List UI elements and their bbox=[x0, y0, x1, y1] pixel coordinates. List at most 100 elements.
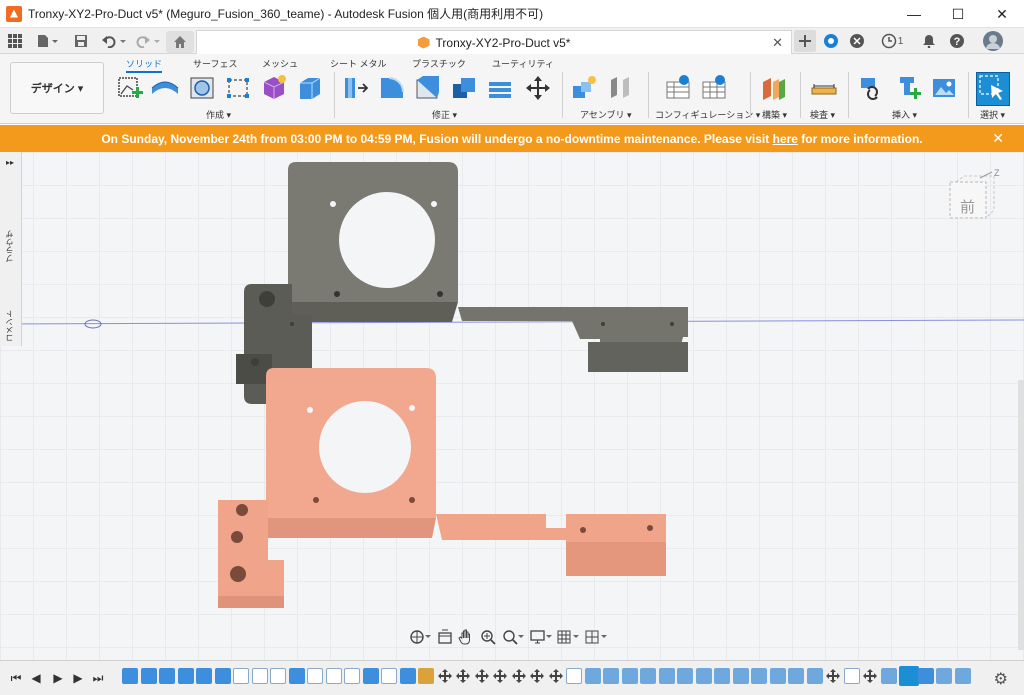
file-icon[interactable] bbox=[34, 32, 60, 50]
timeline-previous-button[interactable]: ◀ bbox=[28, 670, 44, 686]
timeline-fillet-icon[interactable] bbox=[936, 668, 952, 684]
timeline-last-button[interactable]: ⏭ bbox=[90, 670, 106, 686]
timeline-move-icon[interactable] bbox=[862, 668, 878, 684]
viewports-icon[interactable] bbox=[584, 628, 608, 646]
timeline-sketch-icon[interactable] bbox=[270, 668, 286, 684]
save-icon[interactable] bbox=[72, 32, 90, 50]
tab-solid[interactable]: ソリッド bbox=[126, 57, 163, 73]
timeline-extrude-icon[interactable] bbox=[917, 668, 934, 684]
timeline-fillet-icon[interactable] bbox=[658, 668, 675, 684]
maximize-button[interactable]: ☐ bbox=[936, 0, 980, 28]
timeline-play-button[interactable]: ▶ bbox=[50, 670, 66, 686]
document-tab[interactable]: Tronxy-XY2-Pro-Duct v5* ✕ bbox=[196, 30, 792, 54]
extensions-icon[interactable] bbox=[822, 32, 840, 50]
timeline-fillet-icon[interactable] bbox=[788, 668, 804, 684]
canvas-viewport[interactable]: Z 前 bbox=[0, 152, 1024, 660]
configure-table-icon[interactable] bbox=[664, 74, 692, 102]
new-component-icon[interactable] bbox=[570, 74, 598, 102]
timeline-fillet-icon[interactable] bbox=[677, 668, 693, 684]
press-pull-icon[interactable] bbox=[342, 74, 370, 102]
online-status-icon[interactable] bbox=[848, 32, 866, 50]
extrude-icon[interactable] bbox=[150, 74, 179, 102]
timeline-fillet-icon[interactable] bbox=[621, 668, 638, 684]
timeline-move-icon[interactable] bbox=[548, 668, 564, 684]
grid-icon[interactable] bbox=[6, 32, 24, 50]
timeline-settings-gear-icon[interactable]: ⚙ bbox=[994, 669, 1008, 689]
modify-group-label[interactable]: 修正 ▾ bbox=[432, 108, 457, 121]
timeline-fillet-icon[interactable] bbox=[695, 668, 712, 684]
timeline-move-icon[interactable] bbox=[511, 668, 527, 684]
timeline-sketch-icon[interactable] bbox=[233, 668, 249, 684]
create-form-icon[interactable] bbox=[260, 74, 288, 102]
timeline-fillet-icon[interactable] bbox=[603, 668, 619, 684]
timeline-fillet-icon[interactable] bbox=[640, 668, 656, 684]
undo-icon[interactable] bbox=[100, 32, 128, 50]
create-sketch-icon[interactable] bbox=[116, 74, 144, 102]
construct-plane-icon[interactable] bbox=[760, 74, 788, 102]
timeline-fillet-icon[interactable] bbox=[806, 668, 823, 684]
clock-icon[interactable]: 1 bbox=[878, 32, 906, 50]
timeline-sketch-icon[interactable] bbox=[344, 668, 360, 684]
timeline-extrude-icon[interactable] bbox=[177, 668, 194, 684]
timeline-fillet-icon[interactable] bbox=[714, 668, 730, 684]
workspace-selector[interactable]: デザイン ▾ bbox=[10, 62, 104, 114]
box-primitive-icon[interactable] bbox=[296, 74, 324, 102]
timeline-sketch-icon[interactable] bbox=[251, 668, 268, 684]
timeline-extrude-icon[interactable] bbox=[159, 668, 175, 684]
timeline-move-icon[interactable] bbox=[437, 668, 453, 684]
timeline-move-icon[interactable] bbox=[825, 668, 841, 684]
timeline-fillet-icon[interactable] bbox=[584, 668, 601, 684]
pan-icon[interactable] bbox=[458, 628, 476, 646]
timeline-extrude-icon[interactable] bbox=[288, 668, 305, 684]
timeline-move-icon[interactable] bbox=[529, 668, 545, 684]
chamfer-icon[interactable] bbox=[414, 74, 442, 102]
timeline-extrude-icon[interactable] bbox=[122, 668, 138, 684]
move-icon[interactable] bbox=[524, 74, 552, 102]
zoom-icon[interactable] bbox=[501, 628, 525, 646]
insert-group-label[interactable]: 挿入 ▾ bbox=[892, 108, 917, 121]
timeline-marker-icon[interactable] bbox=[899, 666, 919, 686]
timeline-component-icon[interactable] bbox=[418, 668, 434, 684]
fillet-icon[interactable] bbox=[378, 74, 406, 102]
timeline-extrude-icon[interactable] bbox=[140, 668, 157, 684]
timeline-first-button[interactable]: ⏮ bbox=[8, 670, 24, 686]
select-icon[interactable] bbox=[976, 72, 1010, 106]
timeline-fillet-icon[interactable] bbox=[954, 668, 971, 684]
timeline-sketch-icon[interactable] bbox=[307, 668, 323, 684]
timeline-fillet-icon[interactable] bbox=[769, 668, 786, 684]
vertical-scrollbar[interactable] bbox=[1018, 380, 1024, 650]
assemble-group-label[interactable]: アセンブリ ▾ bbox=[580, 108, 632, 121]
insert-canvas-icon[interactable] bbox=[930, 74, 958, 102]
tab-plastic[interactable]: プラスチック bbox=[412, 57, 466, 70]
close-button[interactable]: ✕ bbox=[980, 0, 1024, 28]
tab-mesh[interactable]: メッシュ bbox=[262, 57, 298, 70]
timeline-sketch-icon[interactable] bbox=[381, 668, 397, 684]
configure-group-label[interactable]: コンフィギュレーション ▾ bbox=[655, 108, 760, 121]
banner-close-icon[interactable]: ✕ bbox=[992, 130, 1004, 147]
bell-icon[interactable] bbox=[920, 32, 938, 50]
browser-expand-icon[interactable]: ▸▸ bbox=[6, 158, 14, 167]
timeline-fillet-icon[interactable] bbox=[880, 668, 897, 684]
tab-sheet-metal[interactable]: シート メタル bbox=[330, 57, 387, 70]
insert-mcmaster-icon[interactable] bbox=[894, 74, 922, 102]
home-icon[interactable] bbox=[166, 31, 194, 53]
create-group-label[interactable]: 作成 ▾ bbox=[206, 108, 231, 121]
grid-settings-icon[interactable] bbox=[557, 628, 581, 646]
shell-icon[interactable] bbox=[486, 74, 514, 102]
comments-label[interactable]: コメント bbox=[4, 310, 15, 342]
look-at-icon[interactable] bbox=[436, 628, 454, 646]
minimize-button[interactable]: — bbox=[892, 0, 936, 28]
timeline-sketch-icon[interactable] bbox=[566, 668, 582, 684]
banner-link[interactable]: here bbox=[773, 132, 798, 146]
construct-group-label[interactable]: 構築 ▾ bbox=[762, 108, 787, 121]
timeline-move-icon[interactable] bbox=[474, 668, 490, 684]
timeline-sketch-icon[interactable] bbox=[843, 668, 860, 684]
joint-icon[interactable] bbox=[606, 74, 634, 102]
display-settings-icon[interactable] bbox=[529, 628, 553, 646]
timeline-next-button[interactable]: ▶ bbox=[70, 670, 86, 686]
measure-icon[interactable] bbox=[810, 74, 838, 102]
sketch-rectangle-icon[interactable] bbox=[224, 74, 252, 102]
timeline-extrude-icon[interactable] bbox=[362, 668, 379, 684]
select-group-label[interactable]: 選択 ▾ bbox=[980, 108, 1005, 121]
document-tab-close-icon[interactable]: ✕ bbox=[772, 35, 783, 51]
